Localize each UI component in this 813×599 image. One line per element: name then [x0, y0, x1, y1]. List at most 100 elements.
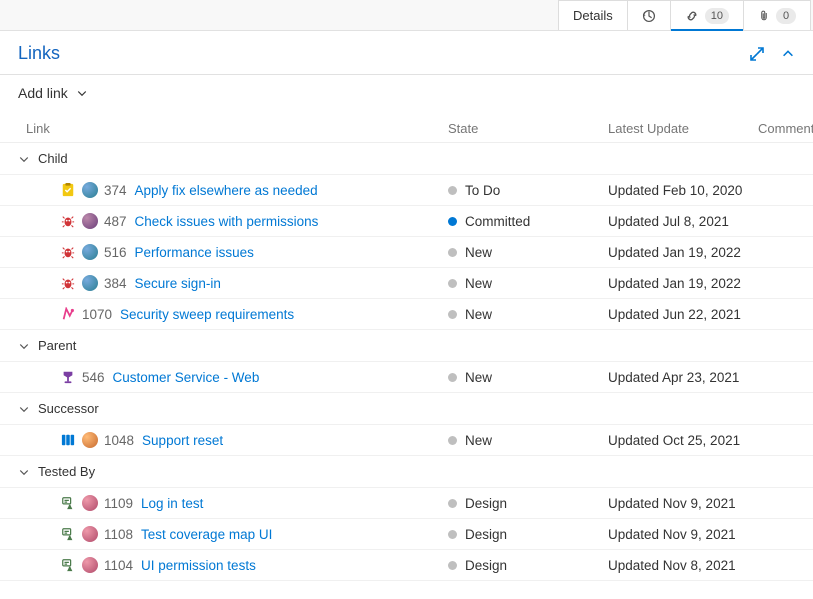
state-dot-icon [448, 499, 457, 508]
link-row: 516Performance issuesNewUpdated Jan 19, … [0, 237, 813, 268]
attachment-icon [758, 9, 770, 23]
chevron-down-icon [76, 87, 88, 99]
work-item-title-link[interactable]: UI permission tests [141, 558, 256, 573]
state-dot-icon [448, 217, 457, 226]
link-row: 1109Log in testDesignUpdated Nov 9, 2021 [0, 488, 813, 519]
link-row: 546Customer Service - WebNewUpdated Apr … [0, 362, 813, 393]
work-item-id: 546 [82, 370, 105, 385]
avatar [82, 526, 98, 542]
group-header[interactable]: Child [0, 143, 813, 175]
link-row: 1104 UI permission tests Design Updated Nov… [0, 550, 813, 581]
link-row: 1108Test coverage map UIDesignUpdated No… [0, 519, 813, 550]
add-link-button[interactable]: Add link [0, 75, 106, 115]
state-label: New [465, 433, 492, 448]
work-item-type-icon [60, 557, 76, 573]
work-item-type-icon [60, 306, 76, 322]
avatar [82, 495, 98, 511]
tab-links[interactable]: 10 [670, 0, 744, 30]
chevron-down-icon [18, 466, 30, 478]
section-header: Links [0, 31, 813, 68]
avatar [82, 275, 98, 291]
latest-update: Updated Oct 25, 2021 [608, 433, 778, 448]
link-row: 1048 Support reset New Updated Oct 25, 2021 [0, 425, 813, 456]
work-item-id: 384 [104, 276, 127, 291]
group-header[interactable]: Successor [0, 393, 813, 425]
tab-attachments[interactable]: 0 [743, 0, 811, 30]
add-link-label: Add link [18, 85, 68, 101]
chevron-down-icon [18, 153, 30, 165]
work-item-type-icon [60, 213, 76, 229]
work-item-id: 516 [104, 245, 127, 260]
expand-icon[interactable] [749, 46, 765, 62]
chevron-down-icon [18, 403, 30, 415]
group-name: Parent [38, 338, 76, 353]
work-item-id: 1070 [82, 307, 112, 322]
latest-update: Updated Jan 19, 2022 [608, 276, 778, 291]
work-item-type-icon [60, 432, 76, 448]
section-title: Links [18, 43, 60, 64]
work-item-title-link[interactable]: Performance issues [135, 245, 254, 260]
state-dot-icon [448, 310, 457, 319]
state-dot-icon [448, 530, 457, 539]
tab-details[interactable]: Details [558, 0, 628, 30]
col-header-comments: Comments [758, 121, 813, 136]
avatar [82, 182, 98, 198]
state-dot-icon [448, 436, 457, 445]
links-list: Child374Apply fix elsewhere as neededTo … [0, 143, 813, 581]
state-dot-icon [448, 279, 457, 288]
latest-update: Updated Feb 10, 2020 [608, 183, 778, 198]
work-item-type-icon [60, 369, 76, 385]
work-item-title-link[interactable]: Apply fix elsewhere as needed [135, 183, 318, 198]
top-tabs: Details 10 0 [0, 0, 813, 31]
avatar [82, 432, 98, 448]
state-label: New [465, 307, 492, 322]
history-icon [642, 9, 656, 23]
work-item-id: 1104 [104, 558, 133, 573]
work-item-title-link[interactable]: Log in test [141, 496, 203, 511]
state-label: Design [465, 496, 507, 511]
work-item-title-link[interactable]: Secure sign-in [135, 276, 221, 291]
col-header-update: Latest Update [608, 121, 758, 136]
state-label: Committed [465, 214, 530, 229]
work-item-type-icon [60, 526, 76, 542]
group-name: Tested By [38, 464, 95, 479]
work-item-type-icon [60, 182, 76, 198]
group-name: Child [38, 151, 68, 166]
state-dot-icon [448, 373, 457, 382]
state-label: New [465, 245, 492, 260]
work-item-id: 1108 [104, 527, 133, 542]
latest-update: Updated Apr 23, 2021 [608, 370, 778, 385]
work-item-id: 487 [104, 214, 127, 229]
group-name: Successor [38, 401, 99, 416]
state-label: New [465, 276, 492, 291]
links-icon [685, 9, 699, 23]
attach-count-badge: 0 [776, 8, 796, 24]
collapse-icon[interactable] [781, 47, 795, 61]
group-header[interactable]: Tested By [0, 456, 813, 488]
work-item-type-icon [60, 495, 76, 511]
latest-update: Updated Nov 9, 2021 [608, 527, 778, 542]
state-label: Design [465, 558, 507, 573]
work-item-type-icon [60, 244, 76, 260]
links-count-badge: 10 [705, 8, 729, 24]
link-row: 374Apply fix elsewhere as neededTo DoUpd… [0, 175, 813, 206]
latest-update: Updated Nov 8, 2021 [608, 558, 778, 573]
work-item-title-link[interactable]: Security sweep requirements [120, 307, 294, 322]
column-headers: Link State Latest Update Comments [0, 115, 813, 143]
work-item-id: 1109 [104, 496, 133, 511]
group-header[interactable]: Parent [0, 330, 813, 362]
work-item-id: 374 [104, 183, 127, 198]
work-item-title-link[interactable]: Support reset [142, 433, 223, 448]
avatar [82, 244, 98, 260]
work-item-title-link[interactable]: Check issues with permissions [135, 214, 319, 229]
work-item-title-link[interactable]: Customer Service - Web [113, 370, 260, 385]
tab-details-label: Details [573, 8, 613, 23]
work-item-type-icon [60, 275, 76, 291]
tab-history[interactable] [627, 0, 671, 30]
divider [0, 74, 813, 75]
col-header-link: Link [18, 121, 448, 136]
work-item-title-link[interactable]: Test coverage map UI [141, 527, 272, 542]
state-dot-icon [448, 561, 457, 570]
link-row: 384 Secure sign-in New Updated Jan 19, 2022 [0, 268, 813, 299]
work-item-id: 1048 [104, 433, 134, 448]
